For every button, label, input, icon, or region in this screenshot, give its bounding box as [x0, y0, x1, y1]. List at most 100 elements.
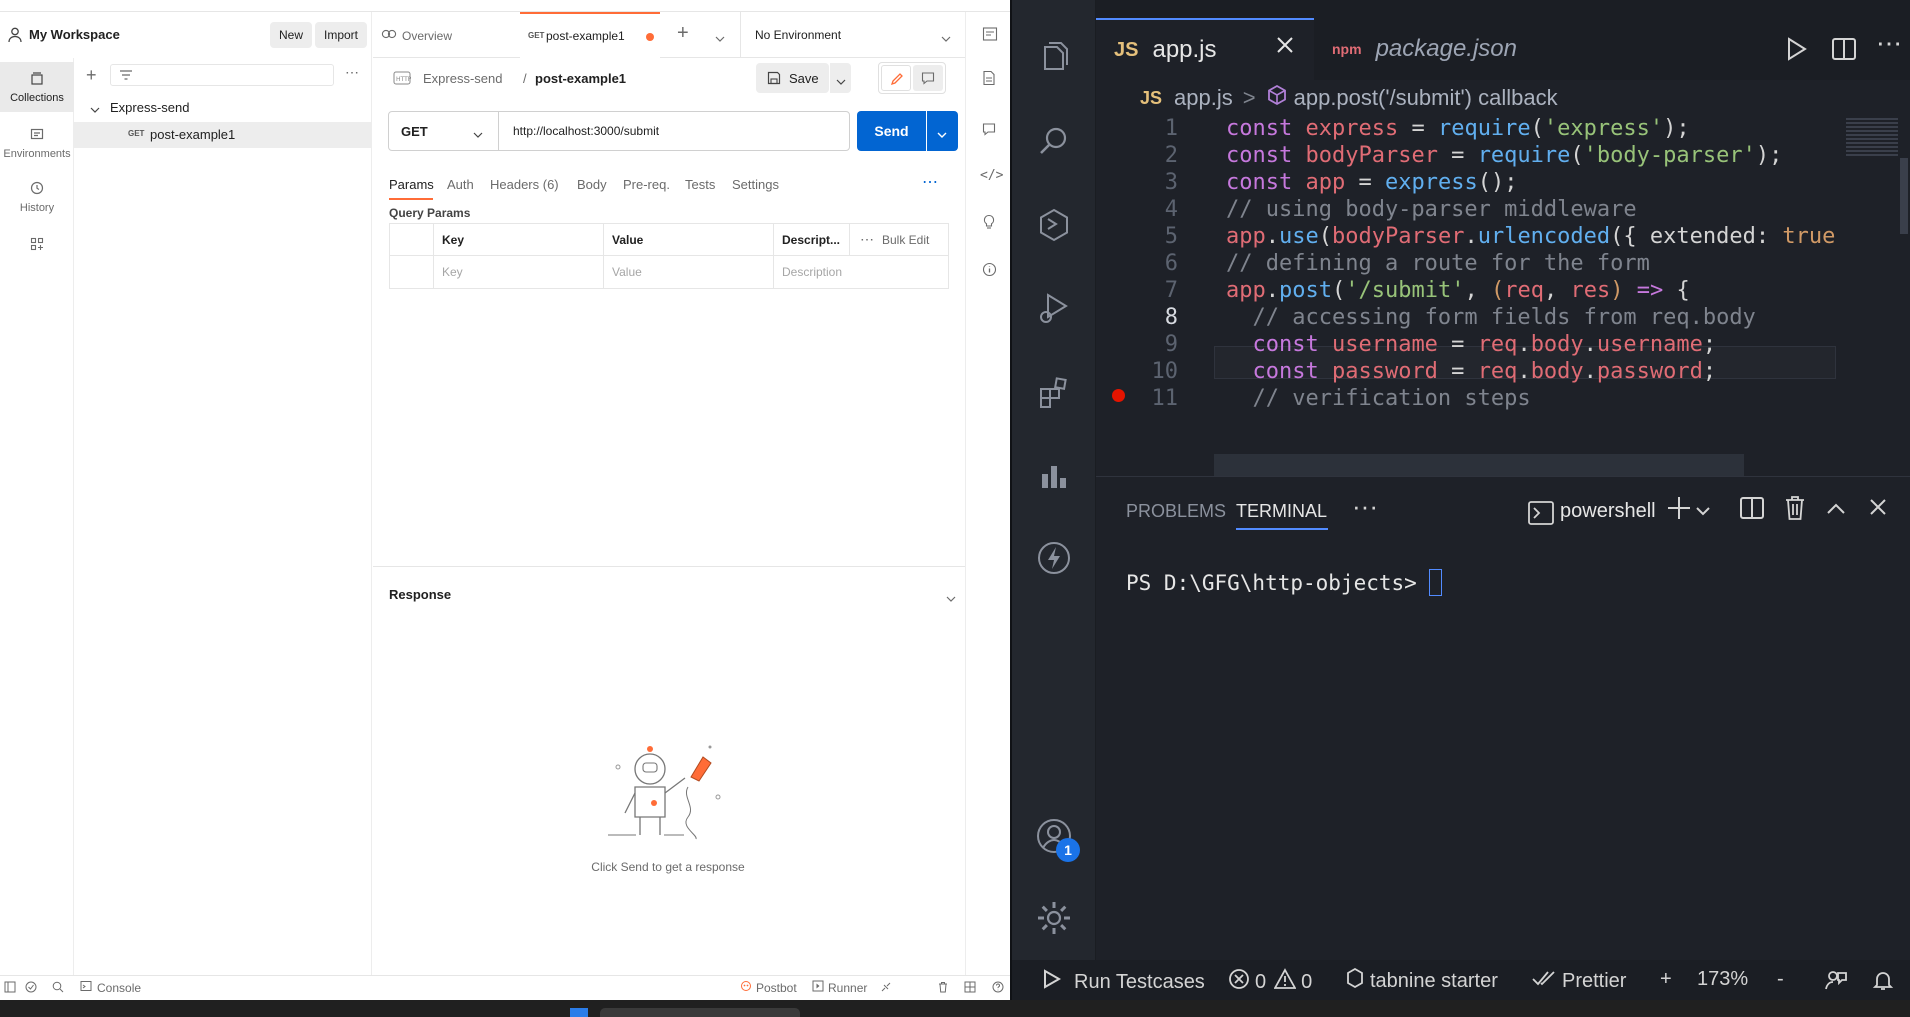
tab-app-js[interactable]: JS app.js: [1096, 18, 1314, 80]
code-line[interactable]: // accessing form fields from req.body: [1226, 305, 1755, 330]
terminal-output[interactable]: PS D:\GFG\http-objects>: [1126, 569, 1443, 596]
kill-terminal-icon[interactable]: [1784, 495, 1806, 526]
tab-params[interactable]: Params: [389, 177, 434, 192]
zoom-in-button[interactable]: +: [1660, 968, 1672, 991]
run-testcases-button[interactable]: Run Testcases: [1040, 968, 1205, 996]
more-options-icon[interactable]: ⋯: [345, 64, 359, 81]
tab-list-chevron-icon[interactable]: [715, 31, 725, 46]
postbot-button[interactable]: Postbot: [740, 980, 797, 995]
code-line[interactable]: const bodyParser = require('body-parser'…: [1226, 143, 1782, 168]
chevron-down-icon[interactable]: [946, 591, 956, 606]
rail-collections[interactable]: Collections: [0, 62, 74, 112]
console-button[interactable]: Console: [80, 980, 141, 995]
code-line[interactable]: const username = req.body.username;: [1226, 332, 1716, 357]
code-line[interactable]: // verification steps: [1226, 386, 1530, 411]
toggle-sidebar-icon[interactable]: [4, 981, 16, 996]
comment-mode-button[interactable]: [913, 65, 943, 91]
more-options-icon[interactable]: ⋯: [860, 231, 874, 248]
tab-problems[interactable]: PROBLEMS: [1126, 501, 1226, 522]
workspace-title[interactable]: My Workspace: [29, 27, 120, 42]
tab-package-json[interactable]: npm package.json: [1314, 18, 1517, 80]
tab-terminal[interactable]: TERMINAL: [1236, 501, 1327, 522]
help-icon[interactable]: [992, 981, 1004, 996]
proxy-icon[interactable]: [880, 981, 892, 996]
run-file-icon[interactable]: [1784, 36, 1808, 67]
maximize-panel-icon[interactable]: [1826, 501, 1846, 520]
new-terminal-icon[interactable]: [1666, 495, 1692, 526]
split-editor-icon[interactable]: [1831, 37, 1857, 66]
scrollbar-thumb[interactable]: [1900, 158, 1908, 234]
code-line[interactable]: app.use(bodyParser.urlencoded({ extended…: [1226, 224, 1835, 249]
key-input[interactable]: Key: [434, 256, 604, 288]
chevron-down-icon[interactable]: [1696, 503, 1710, 521]
prettier-status[interactable]: Prettier: [1532, 968, 1626, 994]
notifications-bell-icon[interactable]: [1872, 969, 1894, 997]
run-debug-icon[interactable]: [1032, 286, 1076, 330]
extensions-icon[interactable]: [1032, 370, 1076, 414]
layout-icon[interactable]: [964, 981, 976, 996]
tab-pre-request[interactable]: Pre-req.: [623, 177, 670, 192]
save-button[interactable]: Save: [756, 63, 829, 93]
edit-mode-button[interactable]: [881, 65, 911, 91]
cookies-icon[interactable]: [982, 26, 998, 45]
rail-environments[interactable]: Environments: [0, 118, 74, 168]
code-line[interactable]: const express = require('express');: [1226, 116, 1690, 141]
taskbar-search[interactable]: [600, 1008, 800, 1017]
rail-history[interactable]: History: [0, 172, 74, 222]
split-terminal-icon[interactable]: [1739, 496, 1765, 525]
feedback-icon[interactable]: [1824, 969, 1848, 997]
search-icon[interactable]: [1032, 120, 1076, 164]
zoom-out-button[interactable]: -: [1777, 968, 1784, 991]
code-line[interactable]: // defining a route for the form: [1226, 251, 1650, 276]
close-icon[interactable]: [1274, 34, 1296, 63]
code-line[interactable]: // using body-parser middleware: [1226, 197, 1637, 222]
collection-name[interactable]: Express-send: [110, 100, 189, 115]
more-actions-icon[interactable]: ⋯: [1876, 28, 1902, 59]
tab-body[interactable]: Body: [577, 177, 607, 192]
new-button[interactable]: New: [270, 22, 313, 48]
breadcrumb-file[interactable]: app.js: [1174, 85, 1233, 111]
code-icon[interactable]: </>: [980, 168, 1003, 183]
search-icon[interactable]: [52, 981, 64, 996]
add-collection-icon[interactable]: +: [86, 65, 97, 86]
chart-icon[interactable]: [1032, 452, 1076, 496]
source-control-icon[interactable]: [1032, 202, 1076, 246]
import-button[interactable]: Import: [315, 22, 368, 48]
shell-name[interactable]: powershell: [1560, 500, 1656, 523]
zoom-level[interactable]: 173%: [1697, 968, 1748, 991]
value-input[interactable]: Value: [604, 256, 774, 288]
minimap[interactable]: [1836, 116, 1910, 476]
tab-request[interactable]: GET post-example1: [520, 12, 660, 58]
chevron-down-icon[interactable]: [90, 102, 100, 117]
code-line[interactable]: const app = express();: [1226, 170, 1517, 195]
start-icon[interactable]: [570, 1008, 588, 1017]
row-checkbox[interactable]: [390, 256, 434, 288]
code-editor[interactable]: 1 const express = require('express'); 2 con…: [1096, 116, 1836, 476]
info-icon[interactable]: [982, 262, 997, 280]
lightbulb-icon[interactable]: [982, 214, 996, 233]
explorer-icon[interactable]: [1032, 36, 1076, 80]
code-line[interactable]: app.post('/submit', (req, res) => {: [1226, 278, 1690, 303]
tab-settings[interactable]: Settings: [732, 177, 779, 192]
code-line[interactable]: const password = req.body.password;: [1226, 359, 1716, 384]
description-input[interactable]: Description: [774, 256, 948, 288]
online-status-icon[interactable]: [25, 981, 37, 996]
runner-button[interactable]: Runner: [812, 980, 867, 995]
rail-apps[interactable]: [0, 230, 74, 264]
tab-tests[interactable]: Tests: [685, 177, 715, 192]
breadcrumb-collection[interactable]: Express-send: [423, 71, 502, 86]
filter-input[interactable]: [110, 64, 334, 86]
url-input[interactable]: http://localhost:3000/submit: [513, 124, 659, 138]
bulk-edit-link[interactable]: Bulk Edit: [882, 233, 929, 247]
settings-gear-icon[interactable]: [1032, 896, 1076, 940]
method-select[interactable]: GET: [389, 112, 499, 150]
more-icon[interactable]: ···: [1352, 491, 1378, 522]
trash-icon[interactable]: [937, 981, 949, 996]
documentation-icon[interactable]: [982, 70, 996, 89]
new-tab-icon[interactable]: +: [677, 22, 689, 45]
tab-overview[interactable]: Overview: [381, 28, 452, 43]
tab-headers[interactable]: Headers (6): [490, 177, 559, 192]
environment-select[interactable]: No Environment: [740, 12, 965, 58]
comments-icon[interactable]: [982, 122, 996, 139]
problems-status[interactable]: 0 0: [1228, 968, 1312, 996]
